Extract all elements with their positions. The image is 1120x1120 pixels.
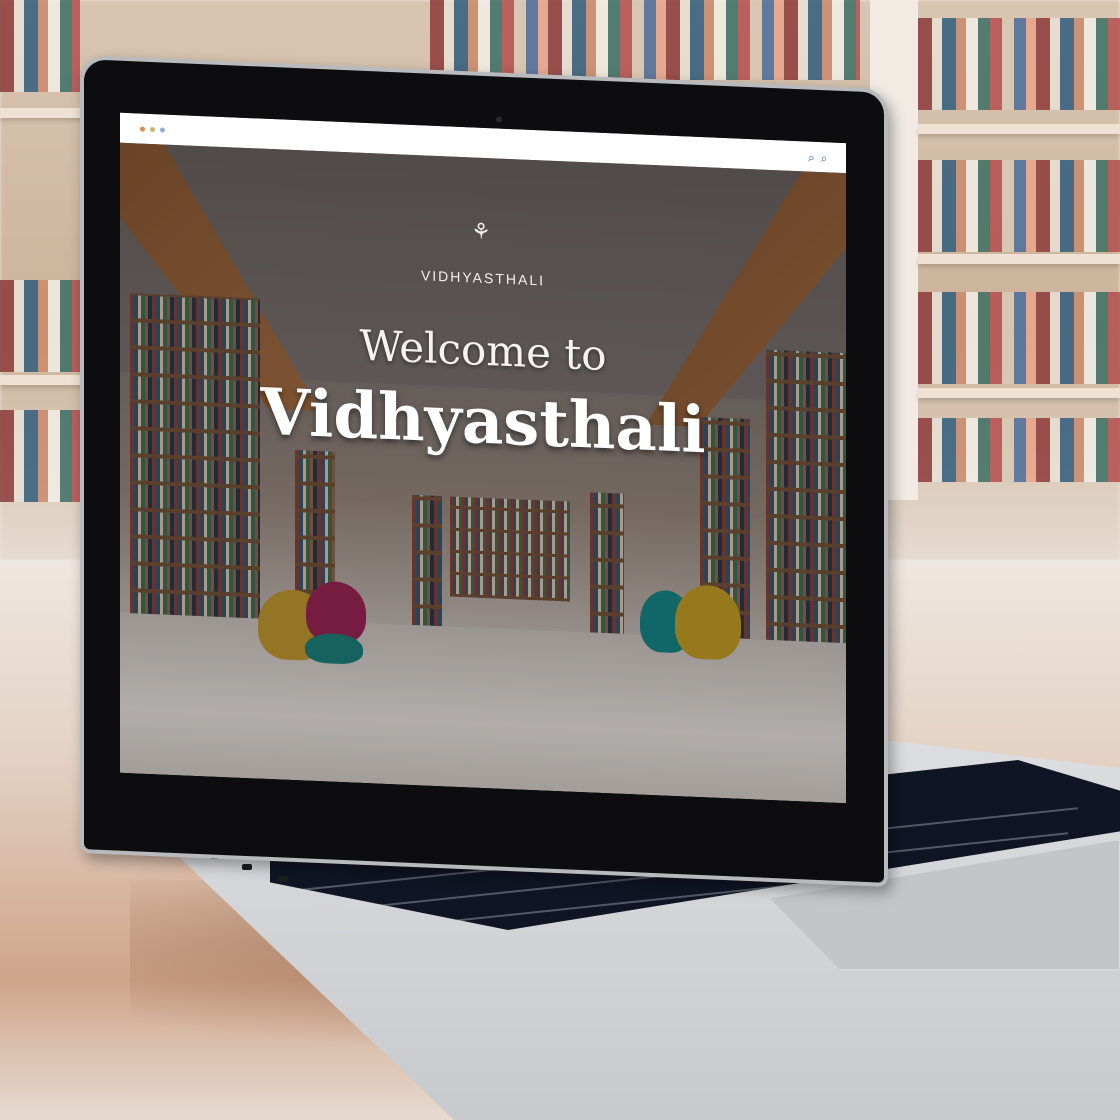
hero-section: ⚘ VIDHYASTHALI Welcome to Vidhyasthali: [120, 142, 846, 804]
background-books: [918, 160, 1120, 252]
background-books: [0, 410, 80, 502]
usb-port: [278, 876, 288, 882]
background-books: [430, 0, 860, 80]
lotus-icon: ⚘: [471, 219, 491, 246]
background-books: [918, 292, 1120, 384]
usb-port: [242, 864, 252, 870]
background-books: [918, 18, 1120, 110]
background-shelf: [918, 388, 1120, 398]
search-icon[interactable]: ⌕ ⌕: [808, 151, 832, 166]
background-shelf: [918, 124, 1120, 134]
window-dot[interactable]: [140, 126, 145, 132]
laptop-screen: ⌕ ⌕ ⚘ VIDHYASTHALI Welcome to Vidhyastha…: [120, 112, 846, 804]
background-shelf: [0, 108, 90, 118]
background-shelf: [0, 375, 90, 385]
window-dot[interactable]: [160, 127, 165, 133]
background-shelf: [918, 254, 1120, 264]
laptop-lid: ⌕ ⌕ ⚘ VIDHYASTHALI Welcome to Vidhyastha…: [80, 55, 888, 887]
background-books: [0, 280, 80, 372]
webcam-icon: [496, 116, 502, 123]
background-books: [918, 418, 1120, 482]
photo-scene: ⌕ ⌕ ⚘ VIDHYASTHALI Welcome to Vidhyastha…: [0, 0, 1120, 1120]
window-dot[interactable]: [150, 126, 155, 133]
background-books: [0, 0, 80, 92]
